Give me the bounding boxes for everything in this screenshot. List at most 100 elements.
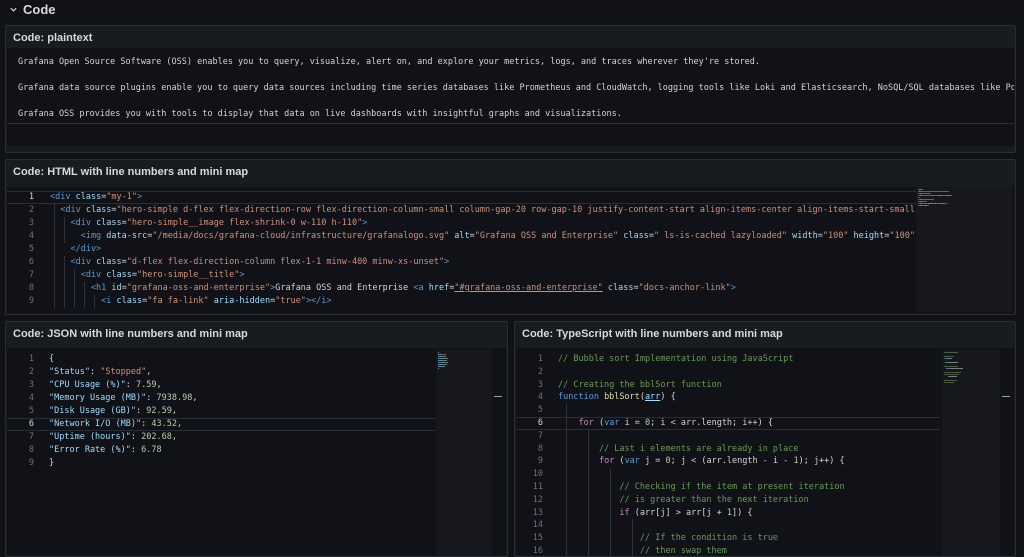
code-token: <a [413, 283, 429, 293]
minimap-line [446, 360, 447, 361]
minimap-line [956, 376, 957, 377]
code-token: <div [50, 205, 86, 215]
code-token: // Creating the bblSort function [558, 379, 722, 390]
code-token: // Bubble sort Implementation using Java… [558, 354, 794, 364]
code-token: <div [50, 192, 76, 202]
minimap-line [952, 368, 959, 369]
code-token: , [192, 393, 198, 403]
scrollbar-cursor-marker [1002, 396, 1010, 397]
minimap-line [944, 382, 954, 383]
code-token: </div> [50, 244, 102, 254]
minimap-line [921, 191, 949, 192]
code-token: ; j < (arr.length - i - [670, 456, 794, 467]
code-token: ); j++) { [798, 456, 845, 467]
panel-title: Code: plaintext [13, 32, 93, 44]
code-token: { [49, 354, 55, 364]
code-line: <div class="hero-simple__title"> [50, 269, 245, 282]
code-line: // Last i elements are already in place [558, 443, 799, 456]
code-token: var [624, 456, 640, 467]
code-token: 6.78 [141, 445, 162, 455]
line-number: 7 [28, 270, 34, 280]
minimap-line [951, 358, 952, 359]
code-token: "Error Rate (%)" [49, 445, 131, 455]
code-token: , [146, 367, 152, 377]
code-line: </div> [50, 243, 101, 256]
code-token: id [111, 283, 122, 293]
line-number: 4 [537, 392, 543, 403]
panel-title: Code: JSON with line numbers and mini ma… [13, 328, 248, 340]
code-line: } [49, 457, 54, 470]
code-token: "Disk Usage (GB)" [49, 406, 136, 416]
minimap-line [438, 352, 439, 353]
minimap-line [438, 368, 439, 369]
minimap-line [922, 199, 933, 200]
minimap[interactable] [942, 350, 1000, 556]
minimap-line [960, 368, 963, 369]
code-token: "Network I/O (MB)" [49, 419, 142, 429]
plaintext-line: Grafana data source plugins enable you t… [18, 83, 1014, 93]
code-token: "/media/docs/grafana-cloud/infrastructur… [152, 231, 450, 241]
code-token: Grafana OSS and Enterprise [275, 283, 414, 293]
code-token: "Grafana OSS and Enterprise" [474, 231, 619, 241]
line-number: 12 [532, 494, 543, 505]
line-number: 4 [28, 231, 34, 241]
code-line: "Status": "Stopped", [49, 366, 151, 379]
code-token: "100" [822, 231, 849, 241]
code-token: "Memory Usage (MB)" [49, 393, 147, 403]
code-token: class [85, 205, 112, 215]
code-line: "Disk Usage (GB)": 92.59, [49, 405, 177, 418]
code-token: class [116, 296, 143, 306]
code-token: function [558, 392, 605, 403]
code-token: " ls-is-cached lazyloaded" [653, 231, 787, 241]
minimap-line [944, 356, 954, 357]
minimap-line [444, 366, 445, 367]
row-collapse-toggle[interactable]: Code [8, 0, 56, 18]
code-line: "Error Rate (%)": 6.78 [49, 444, 162, 457]
code-token: : [130, 445, 142, 455]
minimap-line [447, 362, 448, 363]
minimap-line [946, 203, 947, 204]
code-line: // Checking if the item at present itera… [558, 481, 844, 494]
code-token: "true" [275, 296, 306, 306]
line-number: 1 [28, 192, 34, 202]
code-editor-json[interactable]: 1 {2 "Status": "Stopped", 3 "CPU Usage (%)":… [7, 348, 506, 556]
code-line: for (var i = 0; i < arr.length; i++) { [558, 417, 773, 430]
minimap[interactable] [916, 187, 1012, 312]
minimap-line [446, 364, 447, 365]
code-token: "100" [889, 231, 915, 241]
line-number: 15 [532, 533, 543, 544]
code-line: for (var j = 0; j < (arr.length - i - 1)… [558, 455, 845, 468]
code-token: "Stopped" [100, 367, 147, 377]
code-token: : [125, 380, 137, 390]
code-editor-typescript[interactable]: 1 // Bubble sort Implementation using Jav… [516, 348, 1014, 556]
code-token: <div [50, 257, 97, 267]
code-token: <div [50, 218, 97, 228]
panel-code-typescript: Code: TypeScript with line numbers and m… [514, 321, 1016, 557]
code-token: // then swap them [558, 546, 727, 556]
minimap[interactable] [436, 350, 492, 556]
code-line: <div class="hero-simple__image flex-shri… [50, 217, 367, 230]
minimap-line [944, 366, 958, 367]
code-line: <i class="fa fa-link" aria-hidden="true"… [50, 295, 331, 308]
plaintext-line: Grafana Open Source Software (OSS) enabl… [18, 57, 761, 67]
code-line: // If the condition is true [558, 532, 778, 545]
code-token: j = [639, 456, 666, 467]
line-number: 3 [28, 218, 34, 228]
code-token: data-src [106, 231, 148, 241]
minimap-line [933, 199, 934, 200]
code-token: var [604, 418, 620, 428]
code-token: "docs-anchor-link" [638, 283, 731, 293]
code-token: "hero-simple__title" [137, 270, 240, 280]
code-token: width [787, 231, 818, 241]
code-token: <h1 [50, 283, 112, 293]
code-token: 7.59 [136, 380, 157, 390]
code-line: // Creating the bblSort function [558, 379, 722, 392]
code-editor-html[interactable]: 1 <div class="my-1"> 2 <div class="hero-si… [7, 187, 1014, 314]
code-token: // If the condition is true [558, 533, 779, 544]
minimap-line [926, 201, 927, 202]
code-token: ]) { [732, 507, 753, 518]
line-number: 3 [537, 379, 543, 390]
code-token: > [444, 257, 450, 267]
line-number: 5 [28, 406, 34, 416]
code-editor-plaintext[interactable]: Grafana Open Source Software (OSS) enabl… [7, 48, 1014, 146]
